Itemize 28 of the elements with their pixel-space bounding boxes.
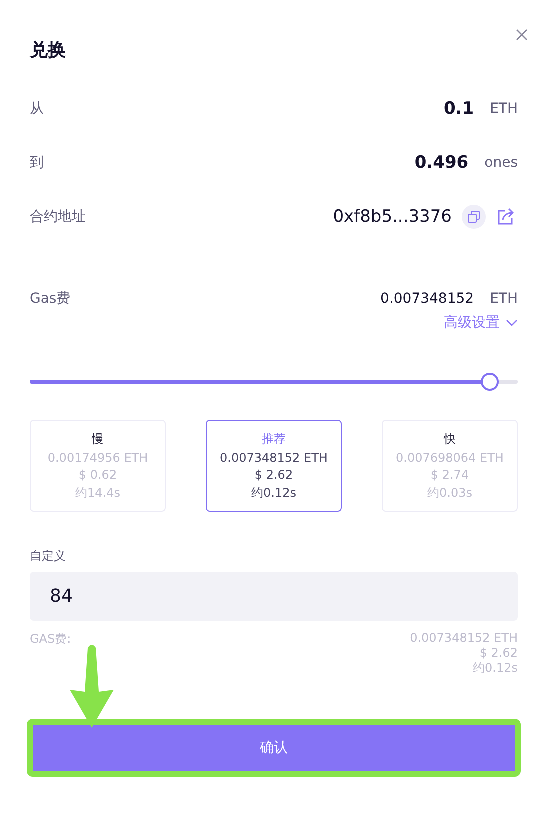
down-arrow-icon bbox=[69, 642, 115, 730]
slider-thumb[interactable] bbox=[480, 373, 499, 391]
amount-value: 0.496 bbox=[414, 153, 469, 173]
copy-icon[interactable] bbox=[462, 205, 486, 229]
contract-address: 0xf8b5...3376 bbox=[333, 207, 452, 227]
close-icon[interactable] bbox=[515, 28, 529, 42]
unit-label: ETH bbox=[490, 291, 518, 307]
gas-slider[interactable] bbox=[30, 373, 518, 391]
summary-value: 约0.12s bbox=[473, 661, 518, 676]
chevron-down-icon bbox=[506, 319, 518, 327]
confirm-button[interactable]: 确认 bbox=[27, 719, 521, 777]
field-label: 合约地址 bbox=[30, 208, 86, 226]
unit-label: ones bbox=[484, 155, 518, 171]
speed-option[interactable]: 快 0.007698064 ETH $ 2.74 约0.03s bbox=[382, 420, 518, 512]
field-label: Gas费 bbox=[30, 290, 71, 308]
field-label: 到 bbox=[30, 154, 44, 172]
unit-label: ETH bbox=[490, 101, 518, 117]
custom-gas-field[interactable]: 84 bbox=[30, 572, 518, 621]
summary-value: $ 2.62 bbox=[480, 646, 518, 661]
summary-value: 0.007348152 ETH bbox=[410, 631, 518, 646]
field-label: 自定义 bbox=[30, 548, 67, 565]
gas-value: 0.007348152 bbox=[380, 291, 474, 307]
speed-option[interactable]: 慢 0.00174956 ETH $ 0.62 约14.4s bbox=[30, 420, 166, 512]
summary-label: GAS费: bbox=[30, 631, 72, 648]
speed-option[interactable]: 推荐 0.007348152 ETH $ 2.62 约0.12s bbox=[206, 420, 342, 512]
amount-value: 0.1 bbox=[444, 99, 474, 119]
field-label: 从 bbox=[30, 100, 44, 118]
dialog-title: 兑换 bbox=[30, 39, 66, 62]
